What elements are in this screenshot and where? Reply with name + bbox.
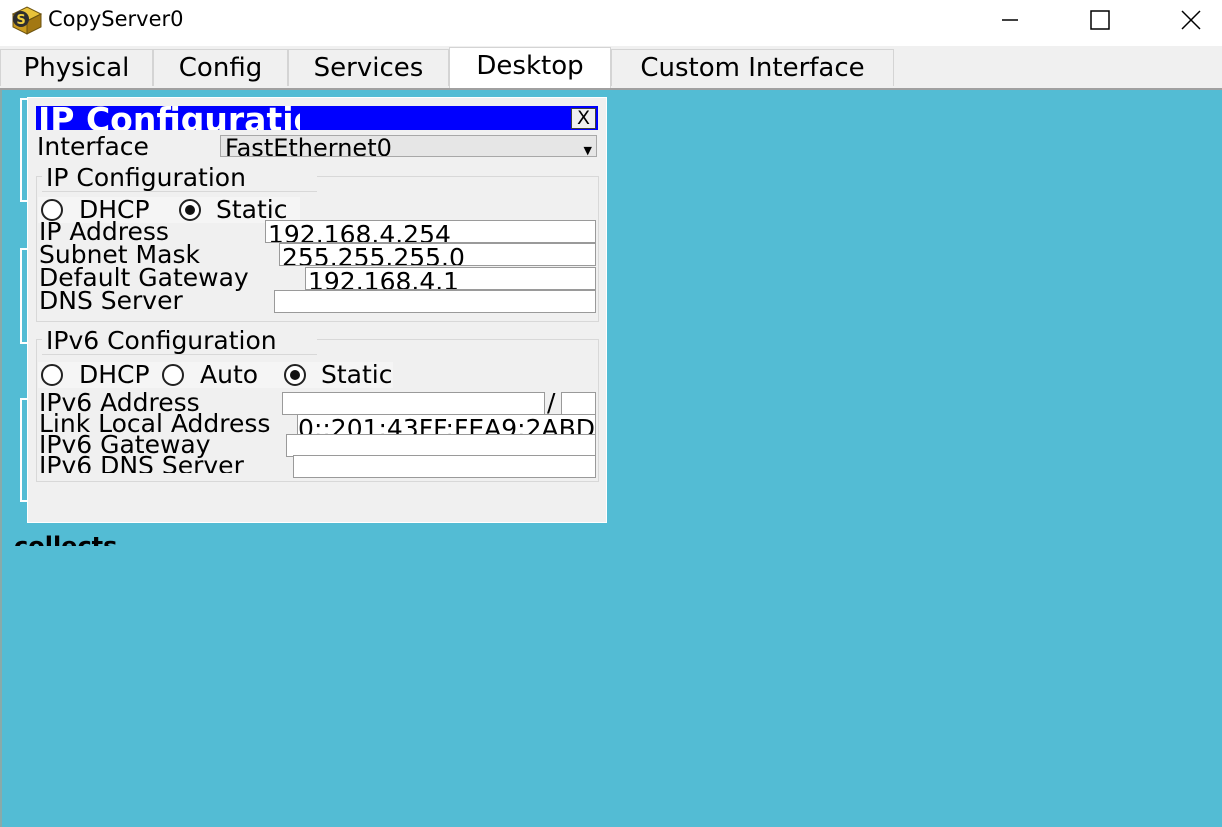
minimize-icon [1002,19,1018,21]
dialog-title: IP Configuration [38,106,300,130]
dialog-title-bar[interactable]: IP Configuration [36,106,598,130]
interface-label: Interface [37,132,149,161]
dns-server-label: DNS Server [39,286,183,315]
tab-desktop[interactable]: Desktop [449,47,611,88]
subnet-mask-input[interactable]: 255.255.255.0 [279,243,596,266]
ipv6-prefix-input[interactable] [561,392,596,415]
ipv6-static-label: Static [321,362,393,388]
minimize-button[interactable] [987,0,1033,40]
ipv6-gateway-input[interactable] [286,434,596,457]
ipv6-group-title: IPv6 Configuration [42,328,317,355]
tab-custom-interface[interactable]: Custom Interface [611,49,894,86]
dialog-close-button[interactable]: X [571,108,596,129]
tab-strip: Physical Config Services Desktop Custom … [0,46,1222,88]
ipv6-auto-label: Auto [200,360,259,389]
interface-select[interactable]: FastEthernet0 ▼ [220,135,597,157]
dropdown-arrow-icon: ▼ [583,144,592,157]
tab-physical[interactable]: Physical [0,49,153,86]
ipv6-static-radio[interactable] [284,364,306,386]
title-bar: S CopyServer0 [0,0,1222,46]
ip-configuration-dialog: IP Configuration X Interface FastEtherne… [27,97,607,523]
ipv4-group-title: IP Configuration [42,165,317,192]
ipv6-dns-server-label: IPv6 DNS Server [39,453,244,473]
svg-text:S: S [16,13,25,28]
close-window-button[interactable] [1168,0,1214,40]
ipv6-dhcp-label: DHCP [79,362,150,388]
tab-services[interactable]: Services [288,49,449,86]
ipv6-dns-server-input[interactable] [293,455,596,478]
ip-address-input[interactable]: 192.168.4.254 [265,220,596,243]
ipv6-auto-radio[interactable] [162,364,184,386]
interface-select-value: FastEthernet0 [225,135,392,157]
default-gateway-input[interactable]: 192.168.4.1 [305,267,596,290]
prefix-separator: / [547,388,556,417]
dns-server-input[interactable] [274,290,596,313]
close-icon [1181,10,1201,30]
maximize-icon [1090,10,1110,30]
ipv6-dhcp-radio[interactable] [41,364,63,386]
maximize-button[interactable] [1077,0,1123,40]
app-server-icon: S [9,4,43,36]
window-title: CopyServer0 [48,7,184,31]
desktop-app-caption: collects [14,532,118,546]
ipv4-static-radio[interactable] [179,199,201,221]
ipv6-address-input[interactable] [282,392,545,415]
tab-config[interactable]: Config [153,49,288,86]
